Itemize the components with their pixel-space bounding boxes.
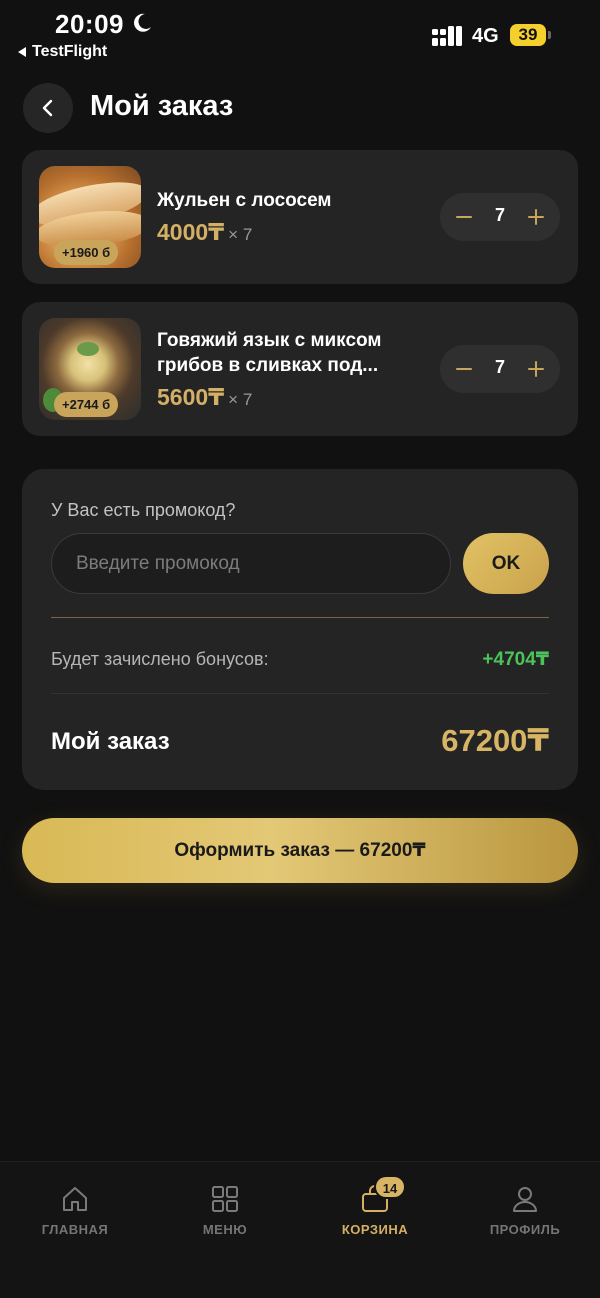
plus-icon[interactable] bbox=[524, 357, 548, 381]
cart-item: +1960 б Жульен с лососем 4000₸ × 7 7 bbox=[22, 150, 578, 284]
network-type: 4G bbox=[472, 25, 499, 47]
quantity-stepper: 7 bbox=[440, 345, 560, 393]
bonus-label: Будет зачислено бонусов: bbox=[51, 649, 269, 669]
promo-input[interactable] bbox=[51, 533, 451, 594]
item-price-line: 4000₸ × 7 bbox=[157, 219, 252, 246]
grid-icon bbox=[212, 1186, 238, 1212]
back-button[interactable] bbox=[23, 83, 73, 133]
triangle-left-icon bbox=[18, 47, 26, 57]
total-value: 67200₸ bbox=[441, 723, 549, 758]
item-bonus-badge: +1960 б bbox=[54, 240, 119, 265]
nav-item-cart[interactable]: 14 КОРЗИНА bbox=[315, 1175, 435, 1237]
page-title: Мой заказ bbox=[90, 90, 234, 122]
nav-label: МЕНЮ bbox=[202, 1222, 248, 1237]
item-image[interactable]: +2744 б bbox=[39, 318, 141, 420]
promo-label: У Вас есть промокод? bbox=[51, 500, 236, 520]
cart-item: +2744 б Говяжий язык с миксом грибов в с… bbox=[22, 302, 578, 436]
item-name: Жульен с лососем bbox=[157, 190, 332, 211]
battery-tip bbox=[548, 31, 551, 39]
status-bar: 20:09 TestFlight 4G 39 bbox=[0, 0, 600, 70]
nav-label: ГЛАВНАЯ bbox=[41, 1222, 109, 1237]
home-icon bbox=[63, 1187, 87, 1211]
back-to-app-link[interactable]: TestFlight bbox=[18, 43, 107, 61]
item-price: 4000₸ bbox=[157, 219, 225, 245]
item-bonus-badge: +2744 б bbox=[54, 392, 119, 417]
item-price-line: 5600₸ × 7 bbox=[157, 384, 252, 411]
checkout-button[interactable]: Оформить заказ — 67200₸ bbox=[22, 818, 578, 883]
item-name: Говяжий язык с миксом грибов в сливках п… bbox=[157, 330, 382, 376]
bottom-nav: ГЛАВНАЯ МЕНЮ 14 КОРЗИНА ПРОФИЛЬ bbox=[0, 1161, 600, 1298]
bonus-value: +4704₸ bbox=[482, 649, 549, 670]
status-time: 20:09 bbox=[55, 9, 124, 39]
minus-icon[interactable] bbox=[452, 205, 476, 229]
nav-item-profile[interactable]: ПРОФИЛЬ bbox=[465, 1184, 585, 1237]
back-app-label: TestFlight bbox=[32, 43, 108, 60]
item-price: 5600₸ bbox=[157, 384, 225, 410]
battery-indicator: 39 bbox=[510, 24, 546, 46]
user-icon bbox=[513, 1187, 537, 1212]
nav-label: КОРЗИНА bbox=[341, 1222, 409, 1237]
order-summary: У Вас есть промокод? OK Будет зачислено … bbox=[22, 469, 578, 790]
total-label: Мой заказ bbox=[51, 728, 170, 755]
quantity-value: 7 bbox=[494, 357, 505, 377]
plus-icon[interactable] bbox=[524, 205, 548, 229]
nav-item-menu[interactable]: МЕНЮ bbox=[165, 1184, 285, 1237]
nav-label: ПРОФИЛЬ bbox=[489, 1222, 561, 1237]
item-multiplier: × 7 bbox=[228, 390, 253, 409]
quantity-stepper: 7 bbox=[440, 193, 560, 241]
divider bbox=[51, 693, 549, 694]
signal-icon bbox=[432, 26, 462, 46]
nav-item-home[interactable]: ГЛАВНАЯ bbox=[15, 1184, 135, 1237]
item-multiplier: × 7 bbox=[228, 225, 253, 244]
divider bbox=[51, 617, 549, 618]
promo-ok-button[interactable]: OK bbox=[463, 533, 549, 594]
chevron-left-icon bbox=[42, 99, 53, 117]
item-image[interactable]: +1960 б bbox=[39, 166, 141, 268]
cart-count-badge: 14 bbox=[374, 1175, 406, 1199]
moon-icon bbox=[134, 13, 151, 32]
minus-icon[interactable] bbox=[452, 357, 476, 381]
quantity-value: 7 bbox=[494, 205, 505, 225]
